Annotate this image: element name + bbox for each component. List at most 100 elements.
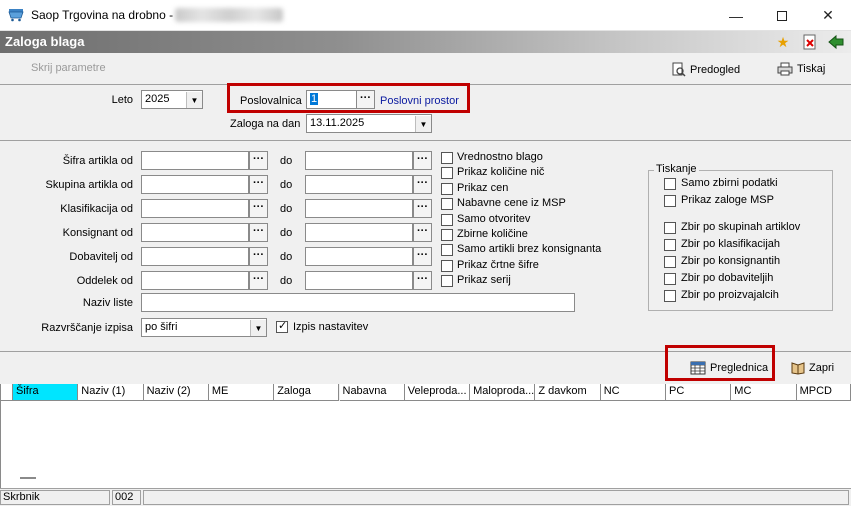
print-button[interactable]: Tiskaj <box>777 62 825 76</box>
option-label: Samo artikli brez konsignanta <box>457 243 602 256</box>
option-label: Samo otvoritev <box>457 212 531 225</box>
grid-column-header[interactable]: PC <box>666 384 732 401</box>
range-to-lookup-button[interactable]: ··· <box>413 247 432 266</box>
range-to-lookup-button[interactable]: ··· <box>413 151 432 170</box>
close-button[interactable]: ✕ <box>805 0 851 31</box>
tiskanje-label: Zbir po proizvajalcih <box>681 289 779 301</box>
leto-select[interactable]: 2025 ▼ <box>141 90 203 109</box>
range-to-input[interactable] <box>305 199 413 218</box>
range-to-input[interactable] <box>305 247 413 266</box>
tiskanje-checkbox[interactable] <box>664 256 676 268</box>
option-label: Zbirne količine <box>457 228 528 240</box>
grid-column-header[interactable]: MC <box>731 384 797 401</box>
do-label: do <box>280 251 293 263</box>
tiskanje-checkbox[interactable] <box>664 195 676 207</box>
close-document-icon[interactable] <box>801 33 819 51</box>
grid-column-header[interactable]: ME <box>208 384 275 401</box>
tiskanje-checkbox[interactable] <box>664 239 676 251</box>
zaloga-label: Zaloga na dan <box>230 118 301 130</box>
favorite-star-icon[interactable]: ★ <box>774 33 792 51</box>
zapri-label: Zapri <box>809 362 835 374</box>
range-from-lookup-button[interactable]: ··· <box>249 223 268 242</box>
grid-corner <box>0 384 13 401</box>
grid-column-header[interactable]: Naziv (1) <box>78 384 144 401</box>
maximize-button[interactable] <box>759 0 805 31</box>
preview-button[interactable]: Predogled <box>672 62 740 77</box>
grid-resize-handle[interactable] <box>20 477 36 479</box>
tiskanje-checkbox[interactable] <box>664 290 676 302</box>
range-from-lookup-button[interactable]: ··· <box>249 151 268 170</box>
naziv-input[interactable] <box>141 293 575 312</box>
zapri-button[interactable]: Zapri <box>790 361 834 375</box>
window-title-redacted <box>175 8 283 22</box>
chevron-down-icon[interactable]: ▼ <box>186 92 202 108</box>
range-from-lookup-button[interactable]: ··· <box>249 199 268 218</box>
range-to-input[interactable] <box>305 271 413 290</box>
leto-value: 2025 <box>145 93 170 105</box>
range-from-input[interactable] <box>141 223 249 242</box>
option-checkbox[interactable] <box>441 244 453 257</box>
range-to-lookup-button[interactable]: ··· <box>413 271 432 290</box>
header-band <box>0 31 851 53</box>
izpis-nastavitev-checkbox[interactable] <box>276 319 288 333</box>
tiskanje-checkbox[interactable] <box>664 273 676 285</box>
range-to-lookup-button[interactable]: ··· <box>413 199 432 218</box>
highlight-box-preglednica <box>665 345 775 381</box>
preview-label: Predogled <box>690 63 741 76</box>
grid-column-header[interactable]: MPCD <box>796 384 851 401</box>
range-from-input[interactable] <box>141 199 249 218</box>
option-label: Vrednostno blago <box>457 151 543 163</box>
range-label: Dobavitelj od <box>69 251 133 263</box>
grid-column-header[interactable]: Maloproda... <box>470 384 536 401</box>
range-to-lookup-button[interactable]: ··· <box>413 175 432 194</box>
range-to-input[interactable] <box>305 175 413 194</box>
option-checkbox[interactable] <box>441 152 453 164</box>
sort-label: Razvrščanje izpisa <box>41 322 133 334</box>
option-checkbox[interactable] <box>441 167 453 180</box>
range-to-input[interactable] <box>305 151 413 170</box>
chevron-down-icon[interactable]: ▼ <box>250 320 266 336</box>
tiskanje-checkbox[interactable] <box>664 178 676 190</box>
option-checkbox[interactable] <box>441 198 453 211</box>
range-to-lookup-button[interactable]: ··· <box>413 223 432 242</box>
range-from-input[interactable] <box>141 247 249 266</box>
zaloga-date-input[interactable]: 13.11.2025 ▼ <box>306 114 432 133</box>
exit-icon[interactable] <box>827 33 845 51</box>
grid-column-header[interactable]: Naziv (2) <box>143 384 209 401</box>
option-checkbox[interactable] <box>441 229 453 241</box>
zaloga-date-value: 13.11.2025 <box>310 117 365 129</box>
range-from-input[interactable] <box>141 271 249 290</box>
range-from-lookup-button[interactable]: ··· <box>249 247 268 266</box>
range-from-lookup-button[interactable]: ··· <box>249 175 268 194</box>
range-from-input[interactable] <box>141 175 249 194</box>
grid-column-header[interactable]: NC <box>600 384 666 401</box>
option-checkbox[interactable] <box>441 275 453 288</box>
option-label: Prikaz cen <box>457 181 509 194</box>
range-label: Klasifikacija od <box>60 203 133 215</box>
grid-column-header[interactable]: Šifra <box>13 384 79 401</box>
minimize-button[interactable]: — <box>713 0 759 31</box>
range-from-input[interactable] <box>141 151 249 170</box>
app-cart-icon <box>8 9 24 22</box>
grid-body[interactable] <box>0 401 851 488</box>
range-from-lookup-button[interactable]: ··· <box>249 271 268 290</box>
grid-column-header[interactable]: Z davkom <box>535 384 601 401</box>
option-checkbox[interactable] <box>441 213 453 226</box>
range-label: Skupina artikla od <box>45 179 133 191</box>
grid-column-header[interactable]: Nabavna <box>339 384 405 401</box>
status-user: Skrbnik <box>0 490 110 505</box>
grid-column-header[interactable]: Zaloga <box>274 384 340 401</box>
option-label: Nabavne cene iz MSP <box>457 197 566 210</box>
hide-params-button[interactable]: Skrij parametre <box>31 62 106 74</box>
option-label: Prikaz serij <box>457 274 511 287</box>
option-checkbox[interactable] <box>441 259 453 272</box>
sort-select[interactable]: po šifri ▼ <box>141 318 267 337</box>
range-to-input[interactable] <box>305 223 413 242</box>
tiskanje-checkbox[interactable] <box>664 222 676 234</box>
option-checkbox[interactable] <box>441 182 453 195</box>
tiskanje-label: Prikaz zaloge MSP <box>681 194 774 206</box>
grid-column-header[interactable]: Veleproda... <box>404 384 471 401</box>
tiskanje-label: Zbir po konsignantih <box>681 255 781 267</box>
calendar-dropdown-icon[interactable]: ▼ <box>415 116 431 132</box>
option-label: Prikaz količine nič <box>457 166 545 179</box>
